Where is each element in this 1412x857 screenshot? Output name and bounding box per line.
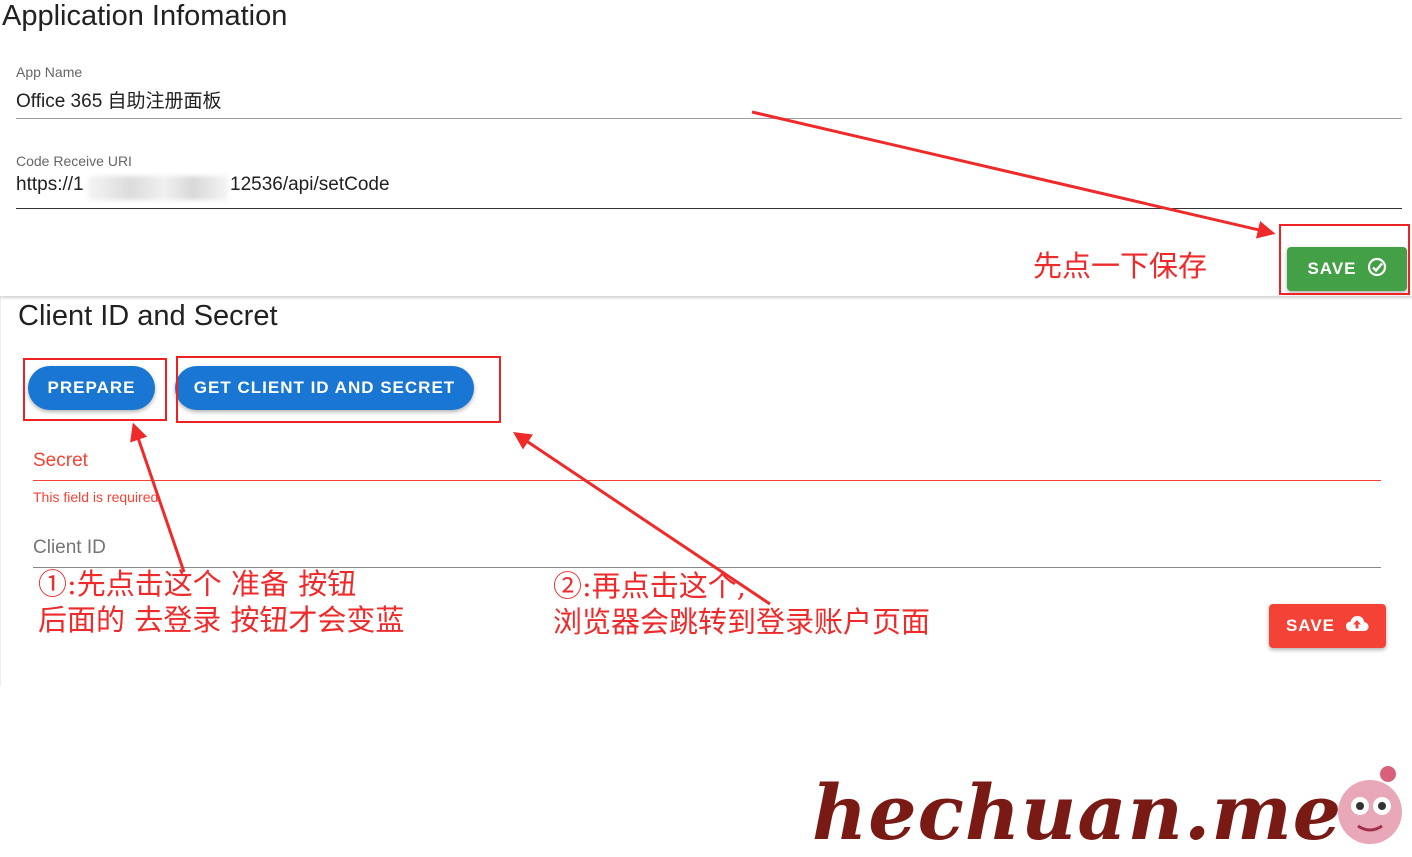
code-uri-label: Code Receive URI	[16, 153, 132, 169]
redacted-host	[88, 176, 228, 200]
prepare-button[interactable]: PREPARE	[28, 366, 155, 410]
code-uri-value-start: https://1	[16, 174, 84, 195]
code-uri-value-end: 12536/api/setCode	[230, 174, 390, 195]
save-client-label: SAVE	[1285, 616, 1336, 635]
save-client-button[interactable]: SAVE	[1269, 604, 1386, 648]
app-name-underline	[16, 118, 1402, 119]
check-circle-icon	[1367, 257, 1387, 282]
application-info-title: Application Infomation	[2, 0, 288, 32]
client-id-input[interactable]	[33, 532, 1381, 566]
client-section-title: Client ID and Secret	[18, 300, 278, 332]
step1-line1: ①:先点击这个 准备 按钮	[38, 567, 357, 601]
mascot-image	[1322, 762, 1412, 848]
save-app-label: SAVE	[1307, 259, 1357, 278]
secret-input[interactable]	[33, 446, 1381, 478]
save-hint-annotation: 先点一下保存	[1033, 249, 1208, 283]
secret-underline	[33, 480, 1381, 481]
step2-line1: ②:再点击这个,	[553, 569, 746, 603]
code-uri-underline	[16, 208, 1402, 209]
step1-line2: 后面的 去登录 按钮才会变蓝	[38, 603, 405, 638]
watermark-logo: hechuan.me	[812, 768, 1343, 857]
step1-annotation: ①:先点击这个 准备 按钮 后面的 去登录 按钮才会变蓝	[38, 566, 404, 639]
app-name-input[interactable]: Office 365 自助注册面板	[16, 86, 222, 113]
app-name-label: App Name	[16, 64, 83, 80]
secret-error: This field is required	[33, 489, 159, 505]
cloud-upload-icon	[1345, 615, 1369, 638]
step2-annotation: ②:再点击这个, 浏览器会跳转到登录账户页面	[553, 568, 930, 641]
code-uri-input[interactable]: https://1 12536/api/setCode	[16, 174, 1402, 204]
step2-line2: 浏览器会跳转到登录账户页面	[553, 605, 931, 640]
get-client-id-secret-button[interactable]: GET CLIENT ID AND SECRET	[175, 366, 474, 410]
save-app-button[interactable]: SAVE	[1287, 247, 1407, 291]
